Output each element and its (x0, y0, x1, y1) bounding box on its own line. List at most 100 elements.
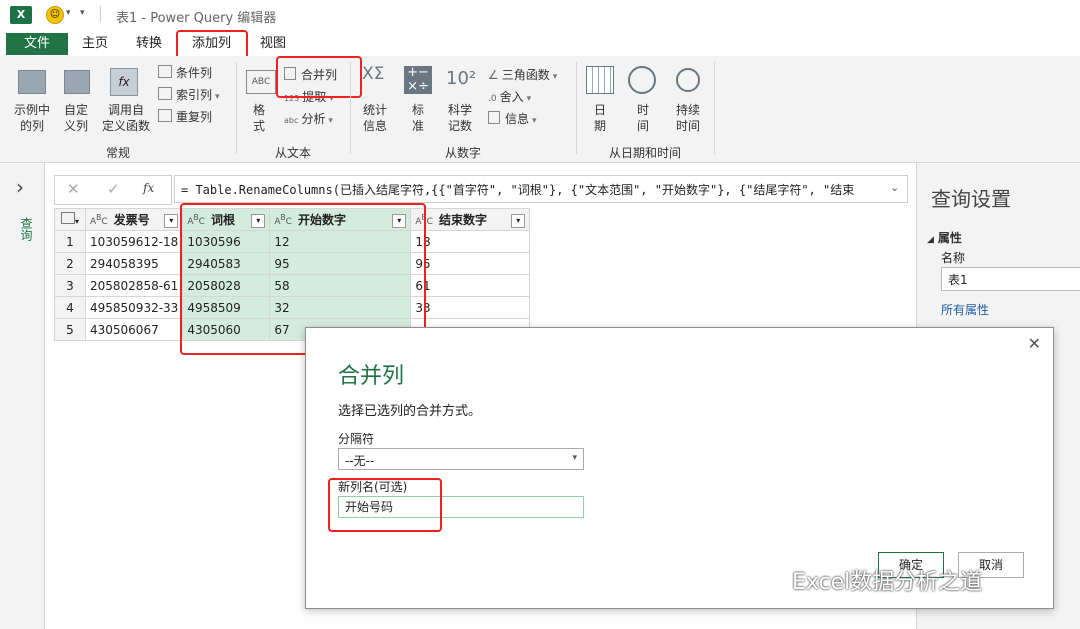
column-from-examples-button[interactable]: 示例中 的列 (10, 102, 54, 134)
chevron-down-icon: ▾ (328, 116, 333, 126)
table-cell[interactable]: 430506067 (84, 318, 184, 341)
info-icon (488, 111, 500, 124)
group-label-number: 从数字 (444, 146, 481, 160)
query-name-input[interactable]: 表1 (941, 267, 1080, 291)
standard-icon: +− ×÷ (404, 66, 432, 94)
label: 舍入 (499, 90, 524, 104)
date-button[interactable]: 日 期 (586, 102, 614, 134)
chevron-down-icon: ▾ (572, 453, 577, 463)
formula-input[interactable]: = Table.RenameColumns(已插入结尾字符,{{"首字符", "… (174, 175, 908, 203)
expand-arrow-icon[interactable]: › (16, 175, 24, 199)
chevron-down-icon[interactable]: ▾ (66, 8, 71, 18)
btn-line: 间 (636, 119, 649, 133)
table-cell[interactable]: 103059612-18 (84, 230, 184, 253)
text-type-icon: ABC (90, 213, 108, 227)
table-cell[interactable]: 95 (410, 252, 531, 275)
group-label-general: 常规 (105, 146, 130, 160)
stopwatch-icon (676, 68, 700, 92)
excel-icon: X (10, 6, 32, 24)
index-column-button[interactable]: 索引列 ▾ (158, 86, 220, 103)
expand-formula-icon[interactable]: ⌄ (890, 181, 899, 194)
trigonometry-button[interactable]: ∠ 三角函数 ▾ (488, 66, 557, 83)
table-cell[interactable]: 205802858-61 (84, 274, 184, 297)
group-divider (576, 62, 577, 154)
table-cell[interactable]: 294058395 (84, 252, 184, 275)
tab-transform[interactable]: 转换 (122, 33, 176, 55)
ribbon: 示例中 的列 自定 义列 fx 调用自 定义函数 条件列 索引列 ▾ 重复列 常规… (0, 56, 1080, 163)
format-button[interactable]: 格 式 (246, 102, 272, 134)
dialog-subtitle: 选择已选列的合并方式。 (338, 404, 482, 419)
dialog-title: 合并列 (338, 364, 405, 389)
tab-view[interactable]: 视图 (246, 33, 300, 55)
fx-icon[interactable]: fx (143, 181, 154, 195)
time-button[interactable]: 时 间 (628, 102, 658, 134)
calendar-icon (586, 66, 614, 94)
ribbon-tabs: 文件 主页 转换 添加列 视图 (0, 30, 1080, 62)
qat-customize-icon[interactable]: ▾ (80, 8, 85, 18)
angle-icon: ∠ (488, 68, 499, 82)
duration-button[interactable]: 持续 时间 (666, 102, 710, 134)
table-icon (158, 65, 172, 78)
duplicate-column-button[interactable]: 重复列 (158, 108, 212, 125)
btn-line: 示例中 (13, 103, 50, 117)
btn-line: 持续 (675, 103, 700, 117)
tab-file[interactable]: 文件 (6, 33, 69, 55)
table-icon (158, 87, 172, 100)
conditional-column-button[interactable]: 条件列 (158, 64, 212, 81)
all-properties-link[interactable]: 所有属性 (941, 301, 989, 318)
custom-column-button[interactable]: 自定 义列 (58, 102, 94, 134)
label: 条件列 (176, 66, 213, 80)
row-number[interactable]: 3 (54, 274, 86, 297)
filter-dropdown-icon[interactable]: ▾ (164, 214, 179, 228)
close-icon[interactable]: ✕ (1028, 334, 1041, 353)
table-cell[interactable]: 33 (410, 296, 531, 319)
btn-line: 统计 (362, 103, 387, 117)
statistics-button[interactable]: 统计 信息 (358, 102, 392, 134)
filter-dropdown-icon[interactable]: ▾ (511, 214, 526, 228)
row-number[interactable]: 5 (54, 318, 86, 341)
btn-line: 信息 (362, 119, 387, 133)
group-label-datetime: 从日期和时间 (608, 146, 681, 160)
group-divider (714, 62, 715, 154)
invoke-custom-function-button[interactable]: 调用自 定义函数 (98, 102, 154, 134)
clock-icon (628, 66, 656, 94)
table-cell[interactable]: 61 (410, 274, 531, 297)
btn-line: 式 (252, 119, 265, 133)
separator-select[interactable]: --无-- ▾ (338, 448, 584, 470)
queries-label[interactable]: 查询 (18, 217, 33, 241)
standard-button[interactable]: 标 准 (404, 102, 432, 134)
invoke-function-icon: fx (110, 68, 138, 96)
table-cell[interactable]: 18 (410, 230, 531, 253)
title-bar: X ☺ ▾ ▾ 表1 - Power Query 编辑器 (0, 0, 1080, 31)
rounding-button[interactable]: .0 舍入 ▾ (488, 88, 531, 105)
collapse-icon: ◢ (927, 235, 934, 245)
divider (100, 6, 101, 22)
btn-line: 标 (411, 103, 424, 117)
table-icon (158, 109, 172, 122)
column-header-end-number[interactable]: ABC 结束数字 ▾ (410, 208, 531, 231)
information-button[interactable]: 信息 ▾ (488, 110, 537, 127)
table-menu-button[interactable]: ▾ (54, 208, 86, 231)
table-cell[interactable]: 495850932-33 (84, 296, 184, 319)
parse-button[interactable]: abc 分析 ▾ (284, 110, 333, 127)
merge-columns-dialog: ✕ 合并列 选择已选列的合并方式。 分隔符 --无-- ▾ 新列名(可选) 开始… (305, 327, 1054, 609)
row-number[interactable]: 4 (54, 296, 86, 319)
smiley-icon[interactable]: ☺ (46, 6, 64, 24)
row-number[interactable]: 1 (54, 230, 86, 253)
group-label-text: 从文本 (274, 146, 311, 160)
separator-value: --无-- (345, 454, 375, 468)
scientific-button[interactable]: 科学 记数 (442, 102, 478, 134)
label: 重复列 (176, 110, 213, 124)
properties-section[interactable]: ◢ 属性 (927, 229, 962, 246)
tab-home[interactable]: 主页 (68, 33, 122, 55)
cancel-icon[interactable]: ✕ (67, 180, 80, 198)
check-icon[interactable]: ✓ (107, 180, 120, 198)
rounding-icon: .0 (488, 94, 497, 104)
header-label: 结束数字 (438, 213, 487, 227)
btn-line: 时间 (675, 119, 700, 133)
row-number[interactable]: 2 (54, 252, 86, 275)
chevron-down-icon: ▾ (552, 72, 558, 82)
btn-line: 期 (593, 119, 606, 133)
column-header-invoice[interactable]: ABC 发票号 ▾ (84, 208, 184, 231)
btn-line: 科学 (447, 103, 472, 117)
